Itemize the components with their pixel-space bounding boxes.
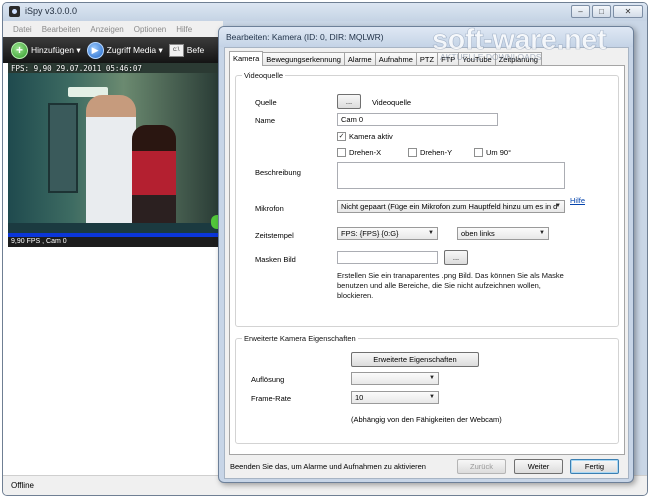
- tab-strip: Kamera Bewegungserkennung Alarme Aufnahm…: [229, 51, 542, 66]
- source-label: Quelle: [255, 98, 277, 107]
- tab-ftp[interactable]: FTP: [437, 52, 460, 66]
- status-text: Offline: [11, 481, 34, 490]
- mask-hint-line-2: benutzen und alle Bereiche, die Sie nich…: [337, 281, 541, 290]
- mask-browse-button[interactable]: ...: [444, 250, 468, 265]
- dialog-body: Kamera Bewegungserkennung Alarme Aufnahm…: [224, 47, 629, 479]
- play-icon: ▶: [86, 41, 104, 59]
- resolution-select[interactable]: [351, 372, 439, 385]
- finish-button[interactable]: Fertig: [570, 459, 619, 474]
- advanced-properties-group: Erweiterte Kamera Eigenschaften Erweiter…: [235, 334, 619, 444]
- name-label: Name: [255, 116, 276, 125]
- rotate-x-checkbox[interactable]: Drehen-X: [337, 148, 381, 157]
- rotate-x-label: Drehen-X: [349, 148, 382, 157]
- window-controls: – □ ✕: [571, 5, 643, 18]
- video-source-group: Videoquelle Quelle ... Videoquelle Name …: [235, 71, 619, 327]
- maximize-button[interactable]: □: [592, 5, 611, 18]
- checkbox-empty-icon: [337, 148, 346, 157]
- webcam-capabilities-note: (Abhängig von den Fähigkeiten der Webcam…: [351, 415, 502, 424]
- rotate-y-checkbox[interactable]: Drehen-Y: [408, 148, 452, 157]
- menubar: Datei Bearbeiten Anzeigen Optionen Hilfe: [3, 21, 223, 37]
- rotate-y-label: Drehen-Y: [420, 148, 453, 157]
- menu-anzeigen[interactable]: Anzeigen: [90, 25, 123, 34]
- advanced-properties-button[interactable]: Erweiterte Eigenschaften: [351, 352, 479, 367]
- menu-optionen[interactable]: Optionen: [134, 25, 166, 34]
- timestamp-position-select[interactable]: oben links: [457, 227, 549, 240]
- close-button[interactable]: ✕: [613, 5, 643, 18]
- camera-timestamp-overlay: FPS: 9,90 29.07.2011 05:46:07: [11, 64, 142, 73]
- tab-zeitplanung[interactable]: Zeitplanung: [494, 52, 542, 66]
- toolbar: + Hinzufügen ▾ ▶ Zugriff Media ▾ c:\ Bef…: [3, 37, 223, 63]
- microphone-select[interactable]: Nicht gepaart (Füge ein Mikrofon zum Hau…: [337, 200, 565, 213]
- mask-hint-line-1: Erstellen Sie ein tranaparentes .png Bil…: [337, 271, 564, 280]
- framerate-label: Frame-Rate: [251, 394, 292, 403]
- tab-kamera[interactable]: Kamera: [229, 51, 264, 66]
- minimize-button[interactable]: –: [571, 5, 590, 18]
- checkmark-icon: ✓: [337, 132, 346, 141]
- description-input[interactable]: [337, 162, 565, 189]
- hallway-door: [48, 103, 78, 193]
- window-title: iSpy v3.0.0.0: [25, 6, 78, 16]
- tab-panel-kamera: Videoquelle Quelle ... Videoquelle Name …: [229, 65, 625, 455]
- camera-tile[interactable]: FPS: 9,90 29.07.2011 05:46:07 9,90 FPS ,…: [8, 63, 218, 247]
- menu-datei[interactable]: Datei: [13, 25, 32, 34]
- next-button[interactable]: Weiter: [514, 459, 563, 474]
- media-access-button[interactable]: ▶ Zugriff Media ▾: [86, 41, 163, 59]
- dialog-title: Bearbeiten: Kamera (ID: 0, DIR: MQLWR): [226, 32, 384, 42]
- framerate-select[interactable]: 10: [351, 391, 439, 404]
- checkbox-empty-icon: [408, 148, 417, 157]
- tab-youtube[interactable]: YouTube: [458, 52, 496, 66]
- camera-footer: 9,90 FPS , Cam 0: [8, 237, 218, 247]
- checkbox-empty-icon: [474, 148, 483, 157]
- commands-label: Befe: [186, 45, 205, 55]
- source-browse-button[interactable]: ...: [337, 94, 361, 109]
- mask-image-input[interactable]: [337, 251, 438, 264]
- ispy-app-icon: [9, 6, 20, 17]
- menu-hilfe[interactable]: Hilfe: [176, 25, 192, 34]
- timestamp-label: Zeitstempel: [255, 231, 294, 240]
- tab-aufnahme[interactable]: Aufnahme: [374, 52, 417, 66]
- help-link[interactable]: Hilfe: [570, 196, 585, 205]
- back-button[interactable]: Zurück: [457, 459, 506, 474]
- rotate-90-checkbox[interactable]: Um 90°: [474, 148, 511, 157]
- camera-active-label: Kamera aktiv: [349, 132, 393, 141]
- microphone-label: Mikrofon: [255, 204, 284, 213]
- dialog-titlebar[interactable]: Bearbeiten: Kamera (ID: 0, DIR: MQLWR): [219, 27, 633, 47]
- footer-hint: Beenden Sie das, um Alarme und Aufnahmen…: [230, 462, 426, 471]
- camera-area: FPS: 9,90 29.07.2011 05:46:07 9,90 FPS ,…: [3, 63, 223, 477]
- tab-bewegungserkennung[interactable]: Bewegungserkennung: [262, 52, 345, 66]
- mask-hint-line-3: blockieren.: [337, 291, 374, 300]
- description-label: Beschreibung: [255, 168, 301, 177]
- tab-alarme[interactable]: Alarme: [343, 52, 376, 66]
- source-value: Videoquelle: [372, 98, 412, 107]
- menu-bearbeiten[interactable]: Bearbeiten: [42, 25, 81, 34]
- edit-camera-dialog: Bearbeiten: Kamera (ID: 0, DIR: MQLWR) K…: [218, 26, 634, 483]
- command-prompt-icon: c:\: [168, 43, 184, 57]
- advanced-properties-legend: Erweiterte Kamera Eigenschaften: [244, 334, 356, 343]
- commands-button[interactable]: c:\ Befe: [168, 43, 205, 57]
- video-source-legend: Videoquelle: [244, 71, 284, 80]
- camera-feed-image: [8, 73, 218, 247]
- rotate-90-label: Um 90°: [486, 148, 512, 157]
- add-button-label: Hinzufügen ▾: [31, 44, 81, 55]
- main-titlebar[interactable]: iSpy v3.0.0.0 – □ ✕: [3, 3, 647, 21]
- resolution-label: Auflösung: [251, 375, 285, 384]
- mask-image-label: Masken Bild: [255, 255, 296, 264]
- person-doctor: [86, 95, 136, 235]
- media-access-label: Zugriff Media ▾: [106, 44, 163, 55]
- person-woman: [132, 125, 176, 237]
- plus-icon: +: [11, 41, 28, 59]
- name-input[interactable]: Cam 0: [337, 113, 498, 126]
- tab-ptz[interactable]: PTZ: [415, 52, 439, 66]
- timestamp-format-select[interactable]: FPS: {FPS} {0:G}: [337, 227, 438, 240]
- camera-active-checkbox[interactable]: ✓ Kamera aktiv: [337, 132, 393, 141]
- add-button[interactable]: + Hinzufügen ▾: [11, 41, 81, 59]
